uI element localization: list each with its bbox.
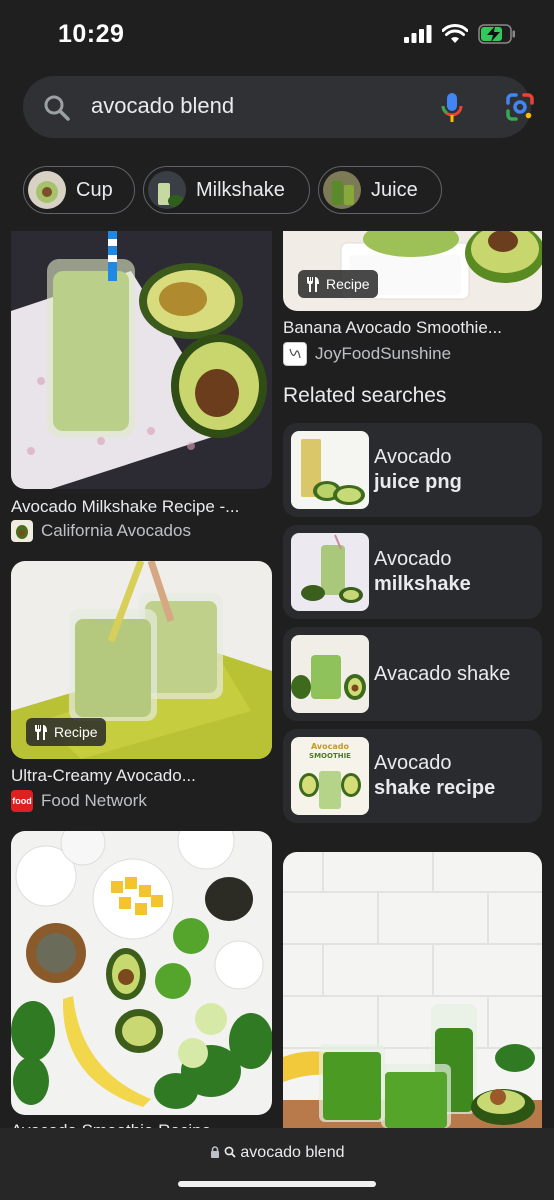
chip-milkshake[interactable]: Milkshake — [143, 166, 310, 214]
related-thumbnail — [291, 533, 369, 611]
related-thumbnail — [291, 431, 369, 509]
joyfoodsunshine-favicon — [283, 342, 307, 366]
result-source: JoyFoodSunshine — [283, 342, 451, 366]
source-name: Food Network — [41, 791, 147, 810]
recipe-badge: Recipe — [298, 270, 378, 298]
chip-thumbnail — [28, 171, 66, 209]
related-search-avocado-milkshake[interactable]: Avocado milkshake — [283, 525, 542, 619]
related-plain: Avocado — [374, 752, 452, 774]
chip-cup[interactable]: Cup — [23, 166, 135, 214]
microphone-icon[interactable] — [439, 92, 465, 124]
related-plain: Avocado — [374, 446, 452, 468]
signal-icon — [404, 25, 432, 43]
food-network-favicon: food — [11, 790, 33, 812]
svg-text:Avocado: Avocado — [311, 742, 349, 751]
search-input[interactable]: avocado blend — [91, 93, 234, 119]
related-bold: juice png — [374, 471, 462, 493]
chip-thumbnail — [323, 171, 361, 209]
result-image-ultra-creamy-avocado[interactable]: Recipe — [11, 561, 272, 759]
related-bold: shake recipe — [374, 777, 496, 799]
recipe-badge-label: Recipe — [54, 724, 98, 740]
result-source: food Food Network — [11, 790, 147, 812]
result-image-banana-avocado-smoothie[interactable]: Recipe — [283, 231, 542, 311]
address-bar-query: avocado blend — [240, 1144, 345, 1161]
address-bar-url[interactable]: avocado blend — [0, 1144, 554, 1162]
lock-icon — [210, 1146, 219, 1158]
related-search-avacado-shake[interactable]: Avacado shake — [283, 627, 542, 721]
home-indicator[interactable] — [178, 1181, 376, 1187]
result-image-avocado-milkshake[interactable] — [11, 231, 272, 489]
recipe-badge-label: Recipe — [326, 276, 370, 292]
chip-label: Cup — [76, 178, 113, 201]
chip-label: Juice — [371, 178, 418, 201]
chip-label: Milkshake — [196, 178, 285, 201]
source-name: California Avocados — [41, 521, 191, 540]
related-search-avocado-shake-recipe[interactable]: Avocado SMOOTHIE Avocado shake recipe — [283, 729, 542, 823]
related-plain: Avocado — [374, 548, 452, 570]
search-bar[interactable]: avocado blend — [23, 76, 534, 138]
related-bold: milkshake — [374, 573, 471, 595]
result-image-green-smoothie[interactable] — [283, 852, 542, 1128]
recipe-badge: Recipe — [26, 718, 106, 746]
result-source: California Avocados — [11, 520, 191, 542]
result-title[interactable]: Ultra-Creamy Avocado... — [11, 766, 271, 786]
status-time: 10:29 — [58, 20, 125, 48]
fork-knife-icon — [35, 724, 47, 740]
chip-thumbnail — [148, 171, 186, 209]
battery-icon — [478, 24, 515, 44]
related-search-avocado-juice-png[interactable]: Avocado juice png — [283, 423, 542, 517]
bottom-address-bar — [0, 1128, 554, 1200]
source-name: JoyFoodSunshine — [315, 344, 452, 363]
svg-text:SMOOTHIE: SMOOTHIE — [309, 752, 351, 760]
wifi-icon — [442, 24, 468, 43]
california-avocados-favicon — [11, 520, 33, 542]
related-plain: Avacado shake — [374, 662, 511, 685]
chip-juice[interactable]: Juice — [318, 166, 442, 214]
result-title[interactable]: Avocado Milkshake Recipe -... — [11, 497, 271, 517]
result-title[interactable]: Banana Avocado Smoothie... — [283, 318, 542, 338]
related-searches-heading: Related searches — [283, 384, 447, 407]
related-thumbnail: Avocado SMOOTHIE — [291, 737, 369, 815]
related-thumbnail — [291, 635, 369, 713]
search-icon — [224, 1146, 236, 1158]
fork-knife-icon — [307, 276, 319, 292]
google-lens-icon[interactable] — [505, 92, 535, 122]
status-icons — [404, 24, 516, 44]
result-image-avocado-smoothie-ingredients[interactable] — [11, 831, 272, 1115]
search-icon — [44, 95, 70, 121]
